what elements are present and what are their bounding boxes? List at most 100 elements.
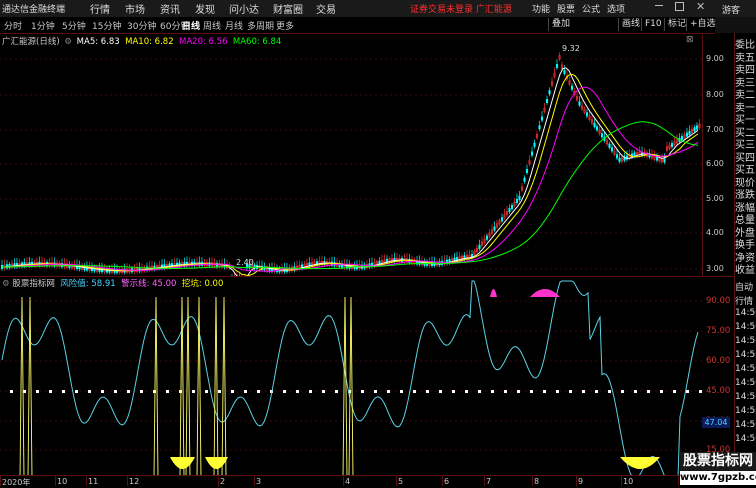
period-multi[interactable]: 多周期 (247, 19, 274, 32)
bottom-spike (348, 296, 354, 475)
menu-faxian[interactable]: 发现 (195, 1, 215, 16)
maximize-icon[interactable] (675, 2, 684, 11)
period-fenshi[interactable]: 分时 (4, 19, 22, 32)
tick-time-label: 14:50 (735, 350, 756, 360)
candle-body (610, 147, 614, 152)
overlay-button[interactable]: 叠加 (548, 18, 573, 31)
bottom-spike (221, 296, 227, 475)
top-fill (490, 289, 497, 297)
warn-dot (387, 390, 390, 393)
candle-body (600, 133, 604, 138)
tick-time-label: 14:50 (735, 434, 756, 444)
warn-dot (582, 390, 585, 393)
quote-field-label: 收益 (735, 265, 755, 276)
menu-hangqing[interactable]: 行情 (90, 1, 110, 16)
warn-dot (673, 390, 676, 393)
warn-dot (231, 390, 234, 393)
tick-time-label: 14:50 (735, 420, 756, 430)
candle-body (693, 127, 696, 132)
login-warning[interactable]: 证券交易未登录 广汇能源 (410, 2, 512, 15)
period-toolbar: 分时 1分钟 5分钟 15分钟 30分钟 60分钟 日线 周线 月线 多周期 更… (0, 17, 716, 34)
candle-body (688, 130, 691, 135)
warn-dot (634, 390, 637, 393)
close-icon[interactable]: ✕ (696, 0, 705, 13)
warn-dot (452, 390, 455, 393)
price-tick: 7.00 (706, 125, 724, 134)
menu-jiaoyi[interactable]: 交易 (316, 1, 336, 16)
warn-dot (621, 390, 624, 393)
ma-line (2, 121, 699, 270)
warn-dot (595, 390, 598, 393)
warn-dot (192, 390, 195, 393)
candle-body (655, 156, 659, 161)
period-monthly[interactable]: 月线 (225, 19, 243, 32)
x-tick-mark (86, 476, 87, 486)
x-tick-mark (218, 476, 219, 486)
price-tick: 3.00 (706, 264, 724, 273)
candle-body (685, 132, 689, 137)
period-5min[interactable]: 5分钟 (62, 19, 86, 32)
candle-body (680, 136, 684, 141)
warn-dot (517, 390, 520, 393)
candle-body (670, 143, 674, 148)
period-more[interactable]: 更多 (276, 19, 294, 32)
candlestick-chart[interactable] (0, 33, 734, 277)
minimize-icon[interactable] (655, 5, 663, 6)
x-tick-mark (532, 476, 533, 486)
bottom-fill (205, 457, 228, 469)
x-tick: 11 (88, 477, 99, 486)
period-15min[interactable]: 15分钟 (92, 19, 121, 32)
x-tick-mark (621, 476, 622, 486)
warn-dot (10, 390, 13, 393)
tick-time-label: 14:50 (735, 392, 756, 402)
x-tick: 2 (220, 477, 226, 486)
candle-body (518, 195, 521, 200)
menu-zixun[interactable]: 资讯 (160, 1, 180, 16)
x-tick-mark (127, 476, 128, 486)
x-tick-mark (576, 476, 577, 486)
add-watchlist-button[interactable]: +自选 (686, 18, 719, 31)
menu-gongshi[interactable]: 公式 (582, 2, 600, 15)
price-tick: 9.00 (706, 54, 724, 63)
x-tick: 6 (444, 477, 450, 486)
candle-body (510, 205, 514, 210)
warn-dot (699, 390, 702, 393)
warn-dot (75, 390, 78, 393)
menu-shichang[interactable]: 市场 (125, 1, 145, 16)
warn-dot (335, 390, 338, 393)
high-marker: 9.32 (562, 44, 580, 53)
warn-dot (478, 390, 481, 393)
ma-lines (1, 67, 699, 277)
menu-gupiao[interactable]: 股票 (557, 2, 575, 15)
x-tick: 7 (486, 477, 492, 486)
period-30min[interactable]: 30分钟 (127, 19, 156, 32)
period-1min[interactable]: 1分钟 (31, 19, 55, 32)
menu-xuanxiang[interactable]: 选项 (607, 2, 625, 15)
warn-dot (101, 390, 104, 393)
draw-button[interactable]: 画线 (618, 18, 643, 31)
watermark: 股票指标网 www.7gpzb.com (680, 452, 756, 487)
candle-body (545, 99, 549, 103)
indicator-lines (1, 280, 699, 475)
warn-dot (49, 390, 52, 393)
bottom-fill (620, 457, 660, 469)
indicator-chart[interactable] (0, 277, 734, 475)
menu-caifuquan[interactable]: 财富圈 (273, 1, 303, 16)
candle-body (533, 142, 536, 147)
period-weekly[interactable]: 周线 (203, 19, 221, 32)
indicator-tick: 90.00 (706, 296, 731, 306)
x-tick: 9 (578, 477, 584, 486)
period-daily[interactable]: 日线 (182, 19, 200, 32)
candles (0, 52, 701, 277)
menu-gongneng[interactable]: 功能 (532, 2, 550, 15)
warn-dot (400, 390, 403, 393)
tick-time-label: 14:50 (735, 308, 756, 318)
f10-button[interactable]: F10 (641, 18, 665, 31)
bottom-fill (170, 457, 195, 469)
candle-body (538, 125, 541, 130)
warn-dot (127, 390, 130, 393)
ma-line (1, 67, 699, 277)
candle-body (508, 208, 511, 213)
menu-wenxiaoda[interactable]: 问小达 (229, 1, 259, 16)
guest-label[interactable]: 游客 (722, 3, 740, 16)
